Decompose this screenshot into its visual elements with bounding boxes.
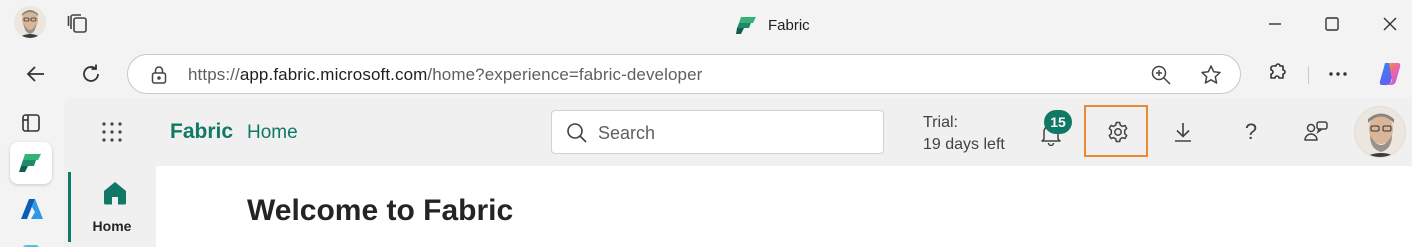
azure-icon[interactable] — [20, 198, 44, 220]
extensions-icon[interactable] — [1265, 62, 1289, 86]
url-scheme: https:// — [188, 65, 240, 84]
more-icon[interactable] — [1326, 62, 1350, 86]
minimize-icon[interactable] — [1263, 12, 1287, 36]
title-bar: Fabric — [0, 0, 1412, 50]
breadcrumb-home[interactable]: Home — [247, 122, 298, 144]
app-launcher-icon[interactable] — [100, 120, 124, 144]
trial-label: Trial: — [923, 114, 958, 131]
panel-icon[interactable] — [20, 112, 42, 134]
welcome-heading: Welcome to Fabric — [247, 194, 514, 227]
trial-status[interactable]: Trial: 19 days left — [923, 112, 1005, 156]
address-bar[interactable]: https://app.fabric.microsoft.com/home?ex… — [127, 54, 1241, 94]
fabric-app-icon[interactable] — [10, 142, 52, 184]
search-placeholder: Search — [598, 123, 656, 143]
profile-avatar[interactable] — [14, 6, 46, 38]
favorite-star-icon[interactable] — [1200, 64, 1222, 86]
search-icon — [566, 122, 588, 144]
fabric-logo-icon — [736, 17, 756, 34]
reload-icon[interactable] — [79, 62, 103, 86]
rail-home-label: Home — [92, 218, 132, 234]
help-icon[interactable]: ? — [1239, 118, 1263, 146]
search-input[interactable]: Search — [551, 110, 884, 154]
window-title-text: Fabric — [768, 16, 810, 34]
zoom-icon[interactable] — [1150, 64, 1172, 86]
back-icon[interactable] — [24, 62, 48, 86]
trial-days-left: 19 days left — [923, 136, 1005, 153]
download-icon[interactable] — [1171, 120, 1195, 144]
toolbar-separator — [1308, 66, 1309, 84]
app-header: Fabric Home Search Trial: 19 days left 1… — [64, 98, 1412, 166]
maximize-icon[interactable] — [1320, 12, 1344, 36]
notification-count-badge: 15 — [1044, 110, 1072, 134]
browser-toolbar: https://app.fabric.microsoft.com/home?ex… — [0, 50, 1412, 98]
brand-name[interactable]: Fabric — [170, 120, 233, 144]
lock-icon[interactable] — [150, 65, 168, 85]
url-host: app.fabric.microsoft.com — [239, 65, 428, 84]
copilot-icon[interactable] — [1376, 60, 1404, 88]
close-icon[interactable] — [1378, 12, 1402, 36]
window-title: Fabric — [736, 14, 810, 36]
browser-sidebar — [0, 98, 64, 247]
feedback-share-icon[interactable] — [1302, 118, 1330, 146]
left-rail: Home — [64, 166, 156, 247]
url-path: /home?experience=fabric-developer — [427, 65, 703, 84]
notifications-button[interactable]: 15 — [1034, 110, 1072, 148]
main-content: Welcome to Fabric — [158, 166, 1412, 247]
url-text[interactable]: https://app.fabric.microsoft.com/home?ex… — [188, 65, 702, 85]
home-icon — [104, 182, 126, 205]
sidebar-more-icon[interactable] — [20, 238, 42, 247]
fabric-app: Fabric Home Search Trial: 19 days left 1… — [64, 98, 1412, 247]
rail-item-home[interactable]: Home — [68, 172, 156, 242]
user-avatar[interactable] — [1354, 106, 1406, 158]
tab-actions-icon[interactable] — [66, 12, 90, 36]
settings-button[interactable] — [1084, 105, 1148, 157]
gear-icon — [1108, 121, 1128, 143]
